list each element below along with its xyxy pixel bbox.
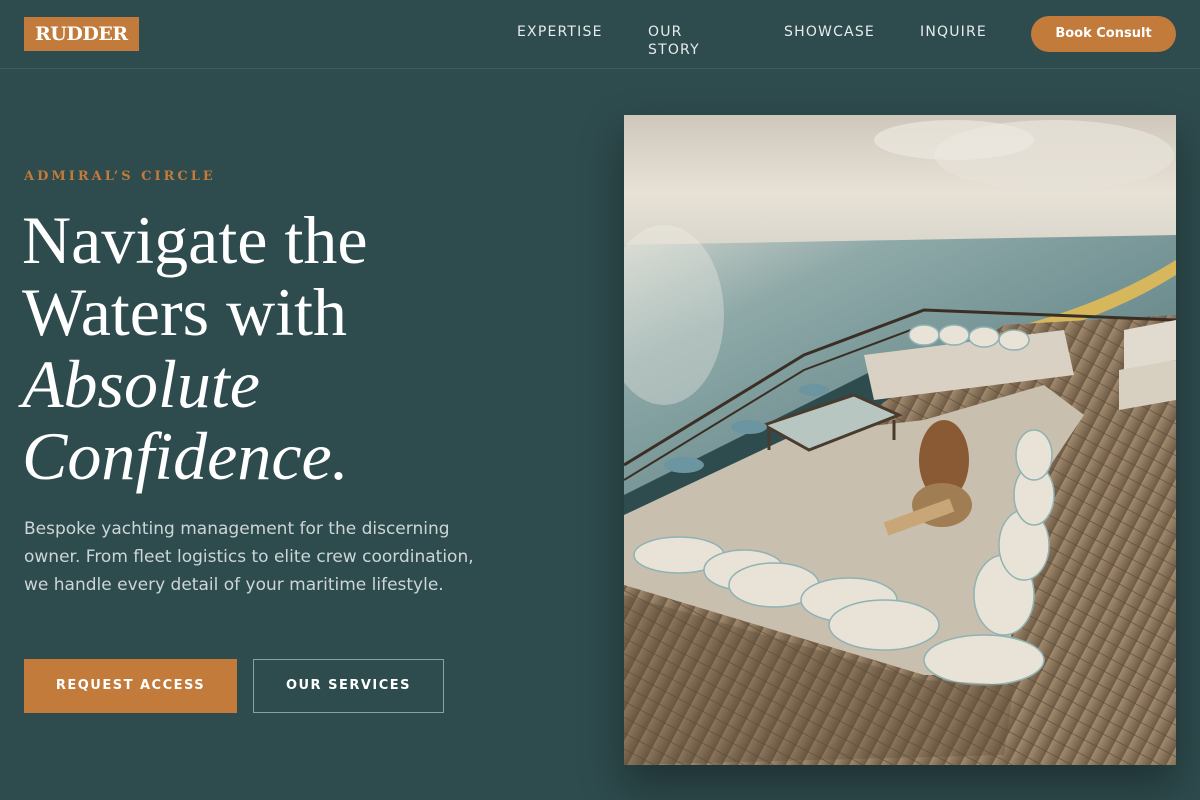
- hero-headline: Navigate the Waters with Absolute Confid…: [22, 204, 542, 492]
- hero-eyebrow: ADMIRAL’S CIRCLE: [24, 169, 216, 184]
- yacht-deck-photo: [624, 115, 1176, 765]
- headline-line-2: Waters with: [22, 274, 347, 350]
- headline-line-4: Confidence.: [22, 418, 349, 494]
- our-services-button[interactable]: OUR SERVICES: [253, 659, 444, 713]
- hero-description: Bespoke yachting management for the disc…: [24, 519, 474, 595]
- book-consult-button[interactable]: Book Consult: [1031, 16, 1176, 52]
- yacht-deck-illustration: [624, 115, 1176, 765]
- nav-link-expertise[interactable]: EXPERTISE: [517, 23, 603, 41]
- headline-line-1: Navigate the: [22, 202, 368, 278]
- nav-link-inquire[interactable]: INQUIRE: [920, 23, 987, 41]
- nav-link-showcase[interactable]: SHOWCASE: [784, 23, 875, 41]
- landing-page: RUDDER EXPERTISE OUR STORY SHOWCASE INQU…: [0, 0, 1200, 800]
- nav-link-our-story[interactable]: OUR STORY: [648, 23, 700, 59]
- request-access-button[interactable]: REQUEST ACCESS: [24, 659, 237, 713]
- headline-line-3: Absolute: [22, 346, 260, 422]
- brand-logo[interactable]: RUDDER: [24, 17, 139, 51]
- site-header: RUDDER EXPERTISE OUR STORY SHOWCASE INQU…: [0, 0, 1200, 69]
